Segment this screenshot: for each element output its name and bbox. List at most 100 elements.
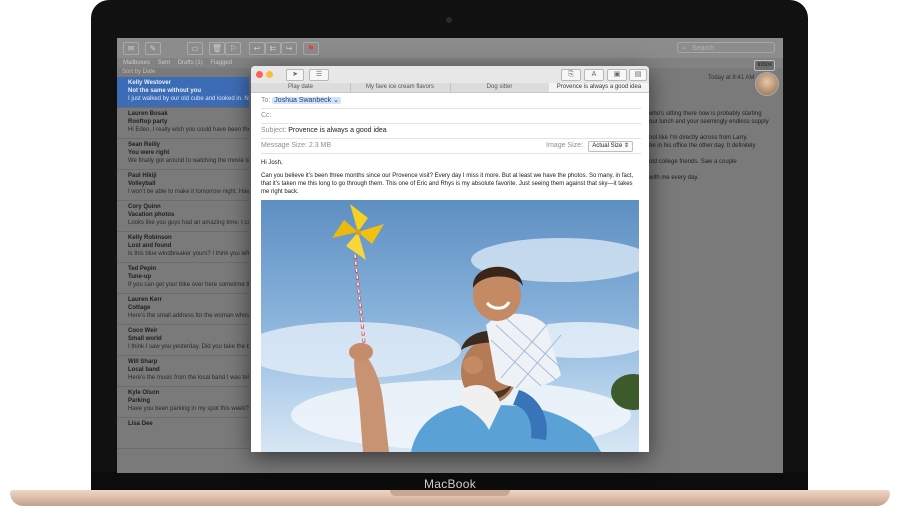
message-preview: Here's the small address for the woman w…: [128, 313, 249, 319]
device-brand: MacBook: [423, 477, 477, 491]
stationery-icon[interactable]: ▤: [629, 69, 647, 81]
search-placeholder: Search: [692, 45, 715, 52]
search-field[interactable]: ⌕ Search: [677, 42, 775, 53]
compose-window: ➤ ☰ ⎘ A ▣ ▤ Play date My fave ice cream …: [251, 66, 649, 452]
fav-drafts[interactable]: Drafts (1): [178, 60, 203, 66]
message-preview: Looks like you guys had an amazing time.…: [128, 220, 249, 226]
message-subject: Cottage: [128, 305, 151, 311]
message-preview: Have you been parking in my spot this we…: [128, 406, 249, 412]
format-icon[interactable]: A: [584, 69, 604, 81]
email-body[interactable]: Can you believe it's been three months s…: [261, 172, 641, 196]
image-size-select[interactable]: Actual Size ⇕: [588, 141, 633, 152]
message-subject: Small world: [128, 336, 162, 342]
attached-photo[interactable]: [261, 200, 639, 452]
message-subject: Rooftop party: [128, 119, 168, 125]
fav-mailboxes[interactable]: Mailboxes: [123, 60, 150, 66]
sort-label[interactable]: Sort by Date: [117, 68, 249, 77]
search-icon: ⌕: [682, 45, 686, 52]
camera: [446, 17, 452, 23]
to-label: To:: [261, 97, 271, 104]
message-preview: I think I saw you yesterday. Did you tak…: [128, 344, 249, 350]
tab-ice-cream[interactable]: My fave ice cream flavors: [350, 83, 451, 92]
message-subject: You were right: [128, 150, 170, 156]
compose-icon[interactable]: ✎: [145, 42, 161, 55]
message-item[interactable]: Kelly Westover Not the same without you …: [117, 77, 249, 108]
message-preview: If you can get your bike over here somet…: [128, 282, 249, 288]
get-mail-icon[interactable]: ✉: [123, 42, 139, 55]
message-from: Sean Reilly: [128, 142, 161, 148]
photo-illustration: [261, 204, 639, 452]
message-subject: Tune-up: [128, 274, 152, 280]
recipient-name: Joshua Swanbeck: [274, 97, 332, 104]
message-item[interactable]: Kyle Olson Parking Have you been parking…: [117, 387, 249, 418]
message-size-label: Message Size:: [261, 142, 307, 149]
message-preview: I just walked by our old cube and looked…: [128, 96, 249, 102]
tab-provence[interactable]: Provence is always a good idea: [549, 83, 649, 92]
message-from: Lauren Bosak: [128, 111, 168, 117]
message-item[interactable]: Paul Hikiji Volleyball I won't be able t…: [117, 170, 249, 201]
message-from: Kelly Westover: [128, 80, 171, 86]
message-item[interactable]: Lisa Dee: [117, 418, 249, 449]
tab-dog-sitter[interactable]: Dog sitter: [450, 83, 550, 92]
base-notch: [390, 490, 510, 496]
cc-label: Cc:: [261, 112, 272, 119]
subject-value: Provence is always a good idea: [288, 127, 387, 134]
message-date: Today at 8:41 AM: [708, 75, 755, 81]
email-greeting[interactable]: Hi Josh,: [261, 159, 641, 167]
reply-all-icon[interactable]: ⇇: [265, 42, 281, 55]
message-size-value: 2.3 MB: [308, 142, 332, 149]
fav-sent[interactable]: Sent: [158, 60, 170, 66]
message-subject: Not the same without you: [128, 88, 202, 94]
trash-icon[interactable]: 🗑: [209, 42, 225, 55]
message-item[interactable]: Sean Reilly You were right We finally go…: [117, 139, 249, 170]
fav-flagged[interactable]: Flagged: [210, 60, 232, 66]
reading-pane: Today at 8:41 AM who's sitting there now…: [645, 68, 783, 473]
message-preview: We finally got around to watching the mo…: [128, 158, 249, 164]
message-item[interactable]: Will Sharp Local band Here's the music f…: [117, 356, 249, 387]
message-item[interactable]: Lauren Bosak Rooftop party Hi Eden, I re…: [117, 108, 249, 139]
attach-icon[interactable]: ⎘: [561, 69, 581, 81]
photo-browser-icon[interactable]: ▣: [607, 69, 627, 81]
message-item[interactable]: Ted Pepin Tune-up If you can get your bi…: [117, 263, 249, 294]
subject-label: Subject:: [261, 127, 287, 134]
message-from: Paul Hikiji: [128, 173, 157, 179]
flag-icon[interactable]: ⚑: [303, 42, 319, 55]
reply-icon[interactable]: ↩: [249, 42, 265, 55]
to-field[interactable]: To: Joshua Swanbeck ⌄: [261, 94, 641, 109]
message-preview: Here's the music from the local band I w…: [128, 375, 249, 381]
message-from: Lisa Dee: [128, 421, 153, 427]
message-from: Ted Pepin: [128, 266, 157, 272]
forward-icon[interactable]: ↪: [281, 42, 297, 55]
message-from: Coco Weir: [128, 328, 158, 334]
send-icon[interactable]: ➤: [286, 69, 304, 81]
message-subject: Lost and found: [128, 243, 172, 249]
image-size-label: Image Size:: [546, 142, 583, 149]
message-size-row: Message Size: 2.3 MB Image Size: Actual …: [261, 139, 641, 154]
message-from: Kelly Robinson: [128, 235, 172, 241]
mail-toolbar: ✉ ✎ ▭ 🗑 ⚐ ↩ ⇇ ↪ ⚑ ⌕ Search: [117, 38, 783, 59]
message-body: who's sitting there now is probably star…: [649, 111, 769, 181]
message-from: Lauren Kerr: [128, 297, 163, 303]
message-item[interactable]: Lauren Kerr Cottage Here's the small add…: [117, 294, 249, 325]
junk-icon[interactable]: ⚐: [225, 42, 241, 55]
tab-play-date[interactable]: Play date: [251, 83, 351, 92]
message-subject: Parking: [128, 398, 151, 404]
sender-avatar: [755, 72, 779, 96]
archive-icon[interactable]: ▭: [187, 42, 203, 55]
message-item[interactable]: Cory Quinn Vacation photos Looks like yo…: [117, 201, 249, 232]
message-item[interactable]: Coco Weir Small world I think I saw you …: [117, 325, 249, 356]
cc-field[interactable]: Cc:: [261, 109, 641, 124]
message-preview: Is this blue windbreaker yours? I think …: [128, 251, 249, 257]
message-subject: Volleyball: [128, 181, 156, 187]
message-subject: Local band: [128, 367, 160, 373]
message-from: Kyle Olson: [128, 390, 160, 396]
subject-field[interactable]: Subject: Provence is always a good idea: [261, 124, 641, 139]
message-list: Kelly Westover Not the same without you …: [117, 77, 249, 473]
close-button[interactable]: [256, 71, 263, 78]
header-fields-icon[interactable]: ☰: [309, 69, 329, 81]
compose-titlebar: ➤ ☰ ⎘ A ▣ ▤: [251, 66, 649, 84]
minimize-button[interactable]: [266, 71, 273, 78]
message-preview: I won't be able to make it tomorrow nigh…: [128, 189, 249, 195]
recipient-token[interactable]: Joshua Swanbeck ⌄: [272, 97, 341, 104]
message-item[interactable]: Kelly Robinson Lost and found Is this bl…: [117, 232, 249, 263]
